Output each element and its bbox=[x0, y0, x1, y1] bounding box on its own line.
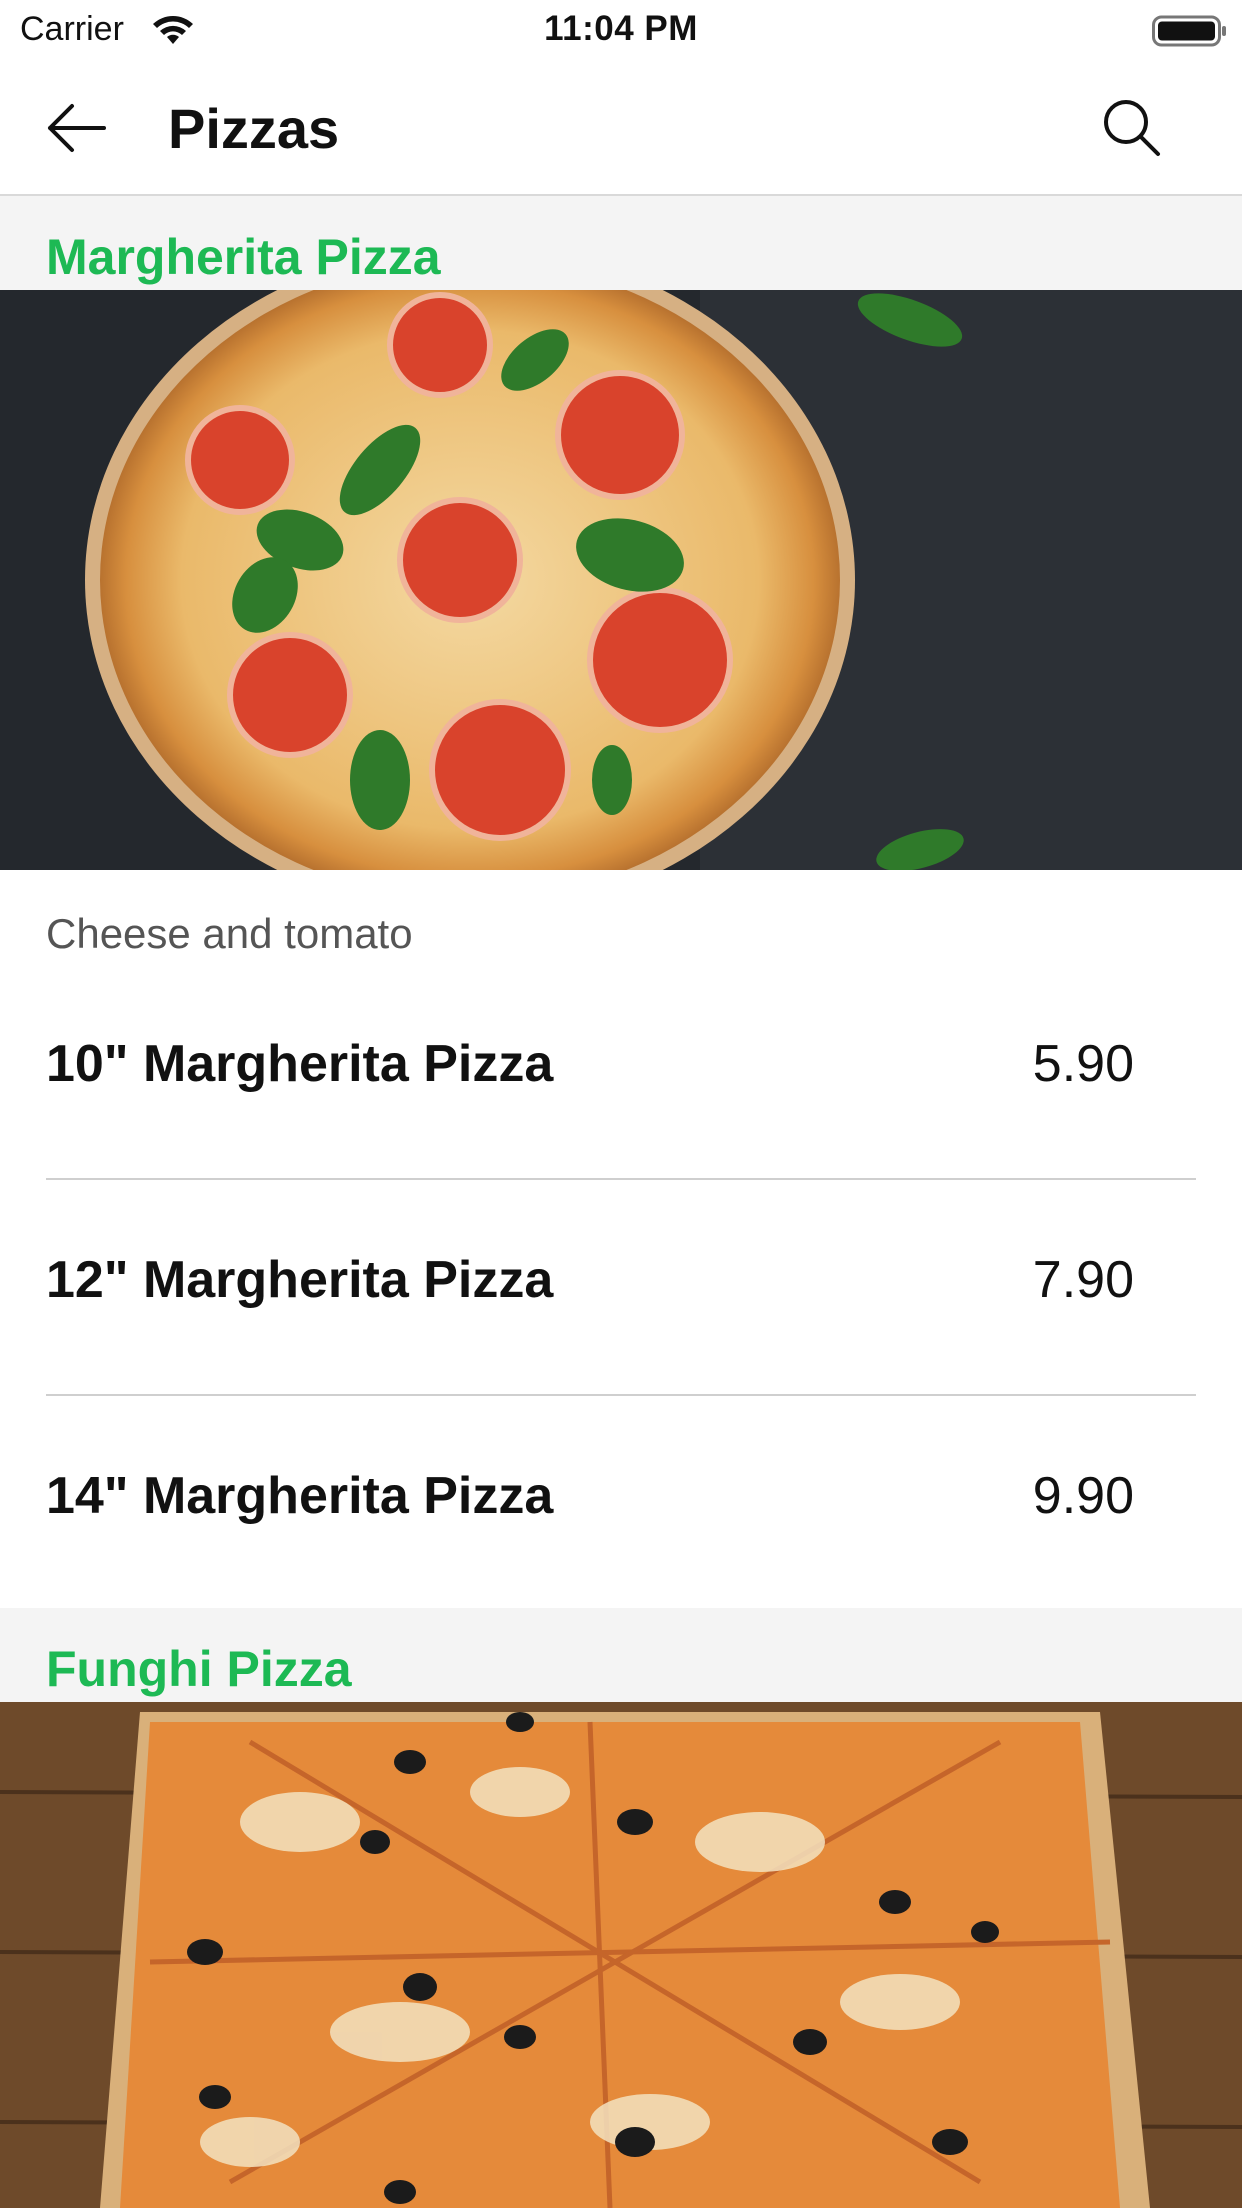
item-description: Cheese and tomato bbox=[46, 910, 413, 957]
section-title: Funghi Pizza bbox=[46, 1641, 352, 1697]
menu-item-row[interactable]: 14" Margherita Pizza 9.90 bbox=[46, 1396, 1196, 1610]
battery-icon bbox=[1152, 15, 1226, 47]
item-name: 10" Margherita Pizza bbox=[46, 1035, 554, 1093]
margherita-pizza-image bbox=[0, 290, 1242, 870]
menu-item-row[interactable]: 12" Margherita Pizza 7.90 bbox=[46, 1180, 1196, 1396]
item-price: 7.90 bbox=[1032, 1251, 1134, 1309]
nav-bar: Pizzas bbox=[0, 62, 1242, 196]
status-time: 11:04 PM bbox=[544, 9, 698, 48]
item-price: 5.90 bbox=[1032, 1035, 1134, 1093]
search-icon[interactable] bbox=[1100, 96, 1164, 160]
item-name: 14" Margherita Pizza bbox=[46, 1467, 554, 1525]
back-arrow-icon[interactable] bbox=[44, 98, 110, 158]
section-header-funghi: Funghi Pizza bbox=[0, 1608, 1242, 1702]
funghi-pizza-image bbox=[0, 1702, 1242, 2208]
item-price: 9.90 bbox=[1032, 1467, 1134, 1525]
page-title: Pizzas bbox=[168, 97, 340, 160]
status-bar: Carrier 11:04 PM bbox=[0, 0, 1242, 62]
section-title: Margherita Pizza bbox=[46, 229, 441, 285]
section-header-margherita: Margherita Pizza bbox=[0, 196, 1242, 290]
menu-item-row[interactable]: 10" Margherita Pizza 5.90 bbox=[46, 964, 1196, 1180]
item-name: 12" Margherita Pizza bbox=[46, 1251, 554, 1309]
